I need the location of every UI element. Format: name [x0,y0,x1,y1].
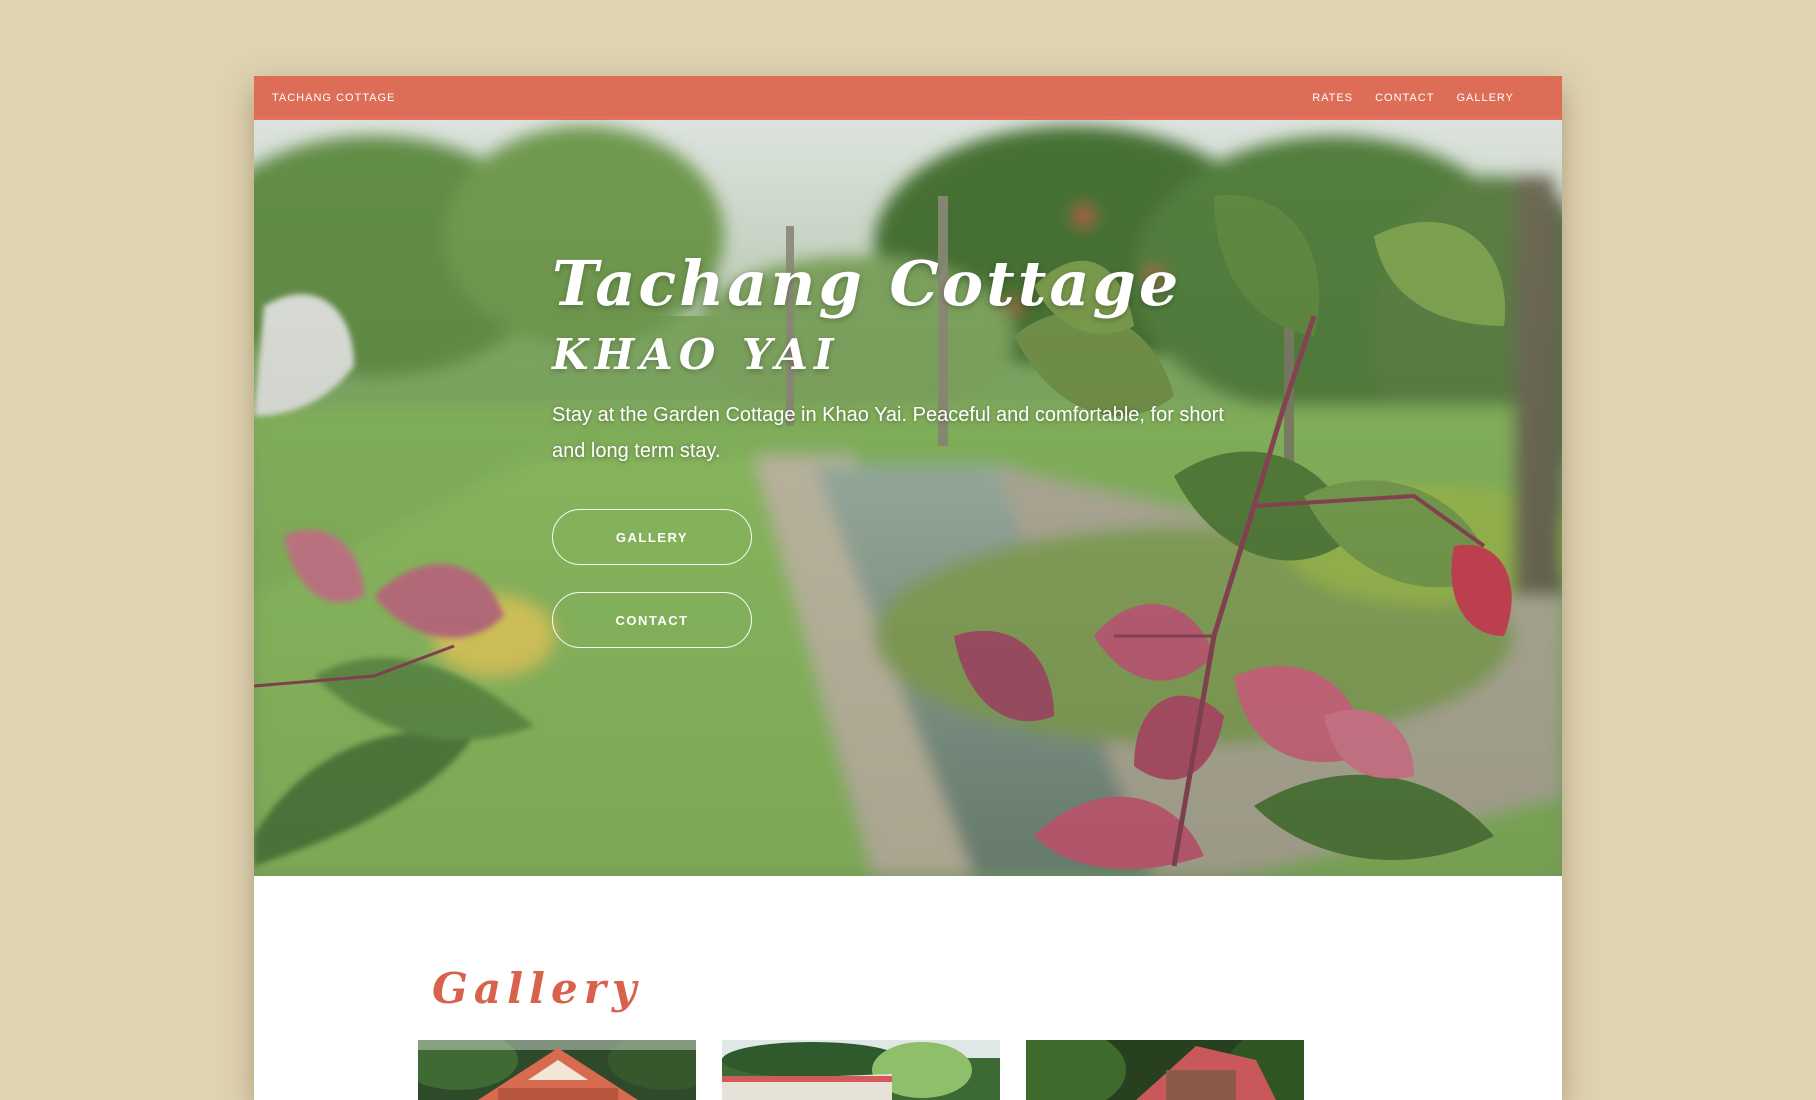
gallery-heading: Gallery [432,964,643,1013]
hero-description: Stay at the Garden Cottage in Khao Yai. … [552,404,1224,463]
gallery-thumbnail[interactable] [1026,1040,1304,1100]
website-mockup: Tachang Cottage KHAO YAI Stay at the Gar… [254,76,1562,1100]
nav-link-gallery[interactable]: GALLERY [1456,92,1514,104]
hero-content: Tachang Cottage KHAO YAI Stay at the Gar… [552,247,1272,649]
top-navbar: TACHANG COTTAGE RATES CONTACT GALLERY [254,76,1562,120]
cottage-photo [1026,1040,1304,1100]
brand-link[interactable]: TACHANG COTTAGE [272,92,395,104]
gallery-thumbnail[interactable] [418,1040,696,1100]
contact-button[interactable]: CONTACT [552,592,752,649]
cottage-photo [722,1040,1000,1100]
nav-link-contact[interactable]: CONTACT [1375,92,1434,104]
gallery-thumbnail[interactable] [722,1040,1000,1100]
hero-title: Tachang Cottage [552,247,1182,320]
nav-links: RATES CONTACT GALLERY [1312,92,1514,104]
cottage-photo [418,1040,696,1100]
gallery-section: Gallery [254,876,1562,1100]
hero-subtitle: KHAO YAI [552,330,840,380]
gallery-button[interactable]: GALLERY [552,509,752,566]
nav-link-rates[interactable]: RATES [1312,92,1353,104]
hero-section: Tachang Cottage KHAO YAI Stay at the Gar… [254,76,1562,876]
